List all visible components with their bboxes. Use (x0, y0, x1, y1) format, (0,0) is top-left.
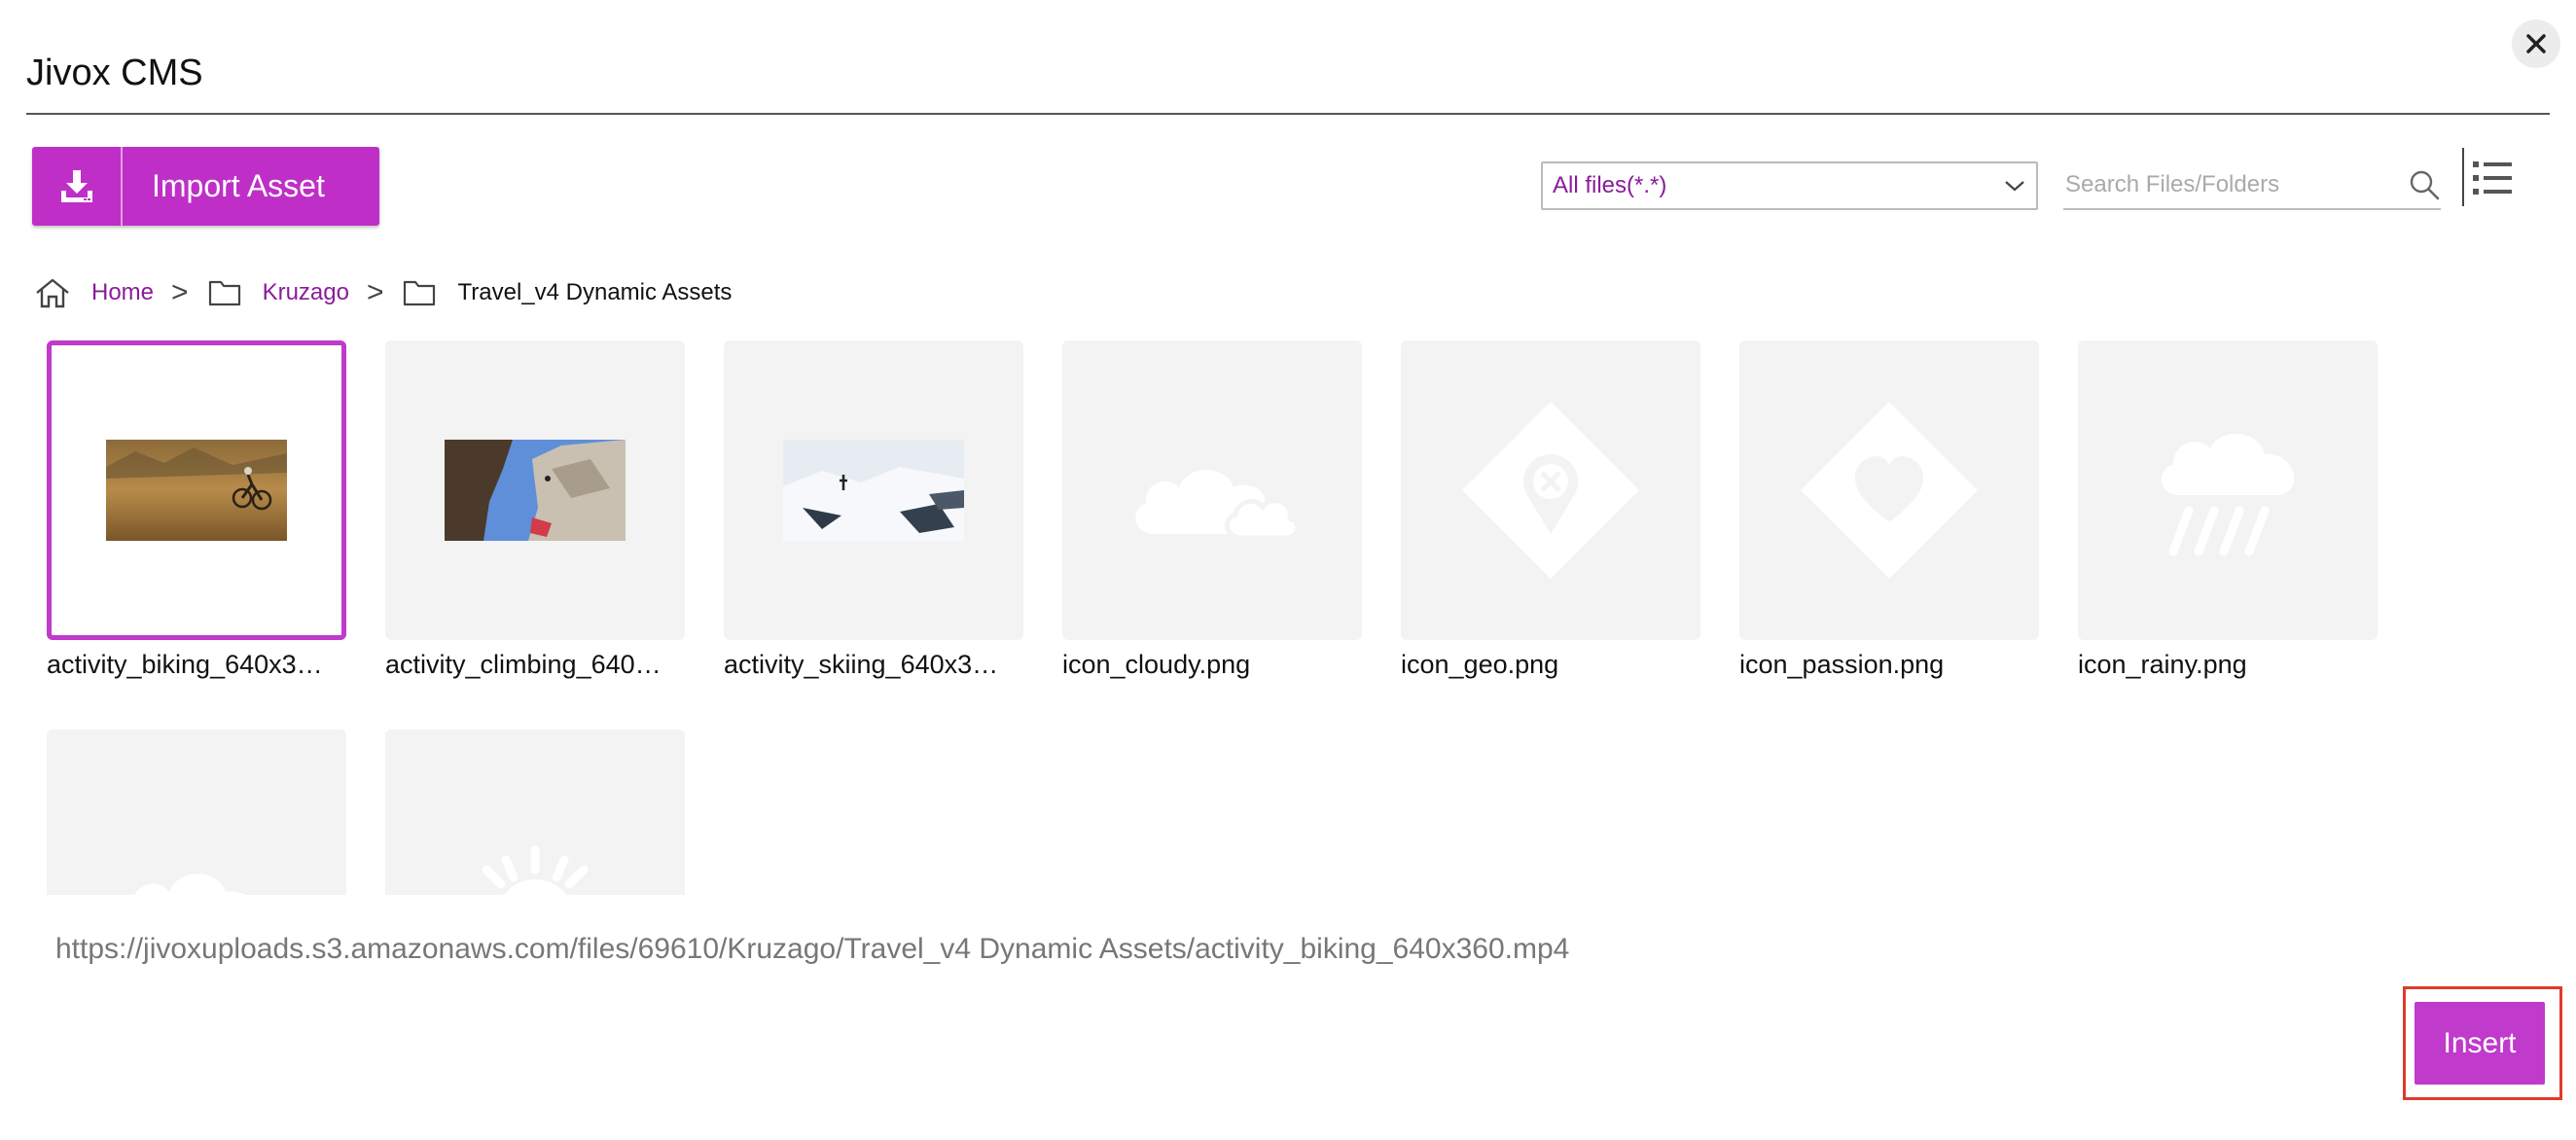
folder-icon (208, 279, 241, 306)
asset-thumbnail (2078, 340, 2378, 640)
list-view-icon[interactable] (2473, 160, 2512, 196)
asset-filename: activity_climbing_640… (385, 650, 662, 679)
selected-asset-url: https://jivoxuploads.s3.amazonaws.com/fi… (55, 933, 1570, 965)
asset-thumbnail (385, 730, 685, 895)
skiing-photo-thumbnail (783, 440, 964, 541)
rain-cloud-icon (2161, 433, 2295, 556)
asset-tile[interactable]: icon_passion.png (1739, 340, 2039, 680)
heart-icon (1801, 402, 1978, 579)
search-input[interactable] (2063, 170, 2375, 199)
home-icon (35, 277, 70, 308)
asset-thumbnail (1739, 340, 2039, 640)
view-toggle-divider (2462, 148, 2464, 206)
file-type-filter-select[interactable]: All files(*.*) (1541, 161, 2038, 210)
breadcrumb-separator: > (171, 276, 189, 308)
geo-pin-icon (1462, 402, 1639, 579)
asset-thumbnail (47, 340, 346, 640)
climbing-photo-thumbnail (445, 440, 626, 541)
breadcrumb-current-folder: Travel_v4 Dynamic Assets (457, 279, 733, 305)
asset-tile[interactable] (47, 730, 346, 895)
asset-tile[interactable]: icon_geo.png (1401, 340, 1700, 680)
asset-grid: activity_biking_640x3… activity_climbing… (47, 340, 2537, 895)
biking-photo-thumbnail (106, 440, 287, 541)
asset-thumbnail (1062, 340, 1362, 640)
download-icon (32, 147, 123, 226)
file-type-filter-value: All files(*.*) (1553, 172, 1667, 198)
asset-thumbnail (385, 340, 685, 640)
asset-tile[interactable]: icon_cloudy.png (1062, 340, 1362, 680)
close-icon (2526, 34, 2546, 53)
insert-button[interactable]: Insert (2415, 1002, 2545, 1085)
sun-icon (482, 845, 589, 895)
page-title: Jivox CMS (26, 53, 203, 93)
search-icon[interactable] (2408, 168, 2441, 201)
asset-filename: icon_passion.png (1739, 650, 1945, 679)
asset-thumbnail (724, 340, 1023, 640)
asset-tile[interactable] (385, 730, 685, 895)
asset-filename: icon_rainy.png (2078, 650, 2247, 679)
chevron-down-icon (2005, 181, 2024, 192)
breadcrumb-home-link[interactable]: Home (91, 279, 154, 306)
asset-tile[interactable]: activity_climbing_640… (385, 340, 685, 680)
asset-tile[interactable]: icon_rainy.png (2078, 340, 2378, 680)
close-button[interactable] (2512, 19, 2560, 68)
folder-icon (403, 279, 436, 306)
snow-cloud-icon (134, 873, 245, 895)
search-field[interactable] (2063, 161, 2441, 210)
asset-filename: icon_geo.png (1401, 650, 1559, 679)
breadcrumb: Home > Kruzago > Travel_v4 Dynamic Asset… (35, 270, 732, 315)
breadcrumb-folder-link[interactable]: Kruzago (263, 279, 349, 306)
asset-thumbnail (1401, 340, 1700, 640)
title-divider (26, 113, 2550, 115)
breadcrumb-separator: > (366, 276, 384, 308)
asset-tile[interactable]: activity_skiing_640x3… (724, 340, 1023, 680)
import-asset-label: Import Asset (152, 168, 325, 203)
asset-filename: icon_cloudy.png (1062, 650, 1251, 679)
asset-thumbnail (47, 730, 346, 895)
asset-tile[interactable]: activity_biking_640x3… (47, 340, 346, 680)
asset-filename: activity_skiing_640x3… (724, 650, 999, 679)
import-asset-button[interactable]: Import Asset (32, 147, 379, 226)
cloud-icon (1135, 470, 1300, 541)
asset-filename: activity_biking_640x3… (47, 650, 323, 679)
